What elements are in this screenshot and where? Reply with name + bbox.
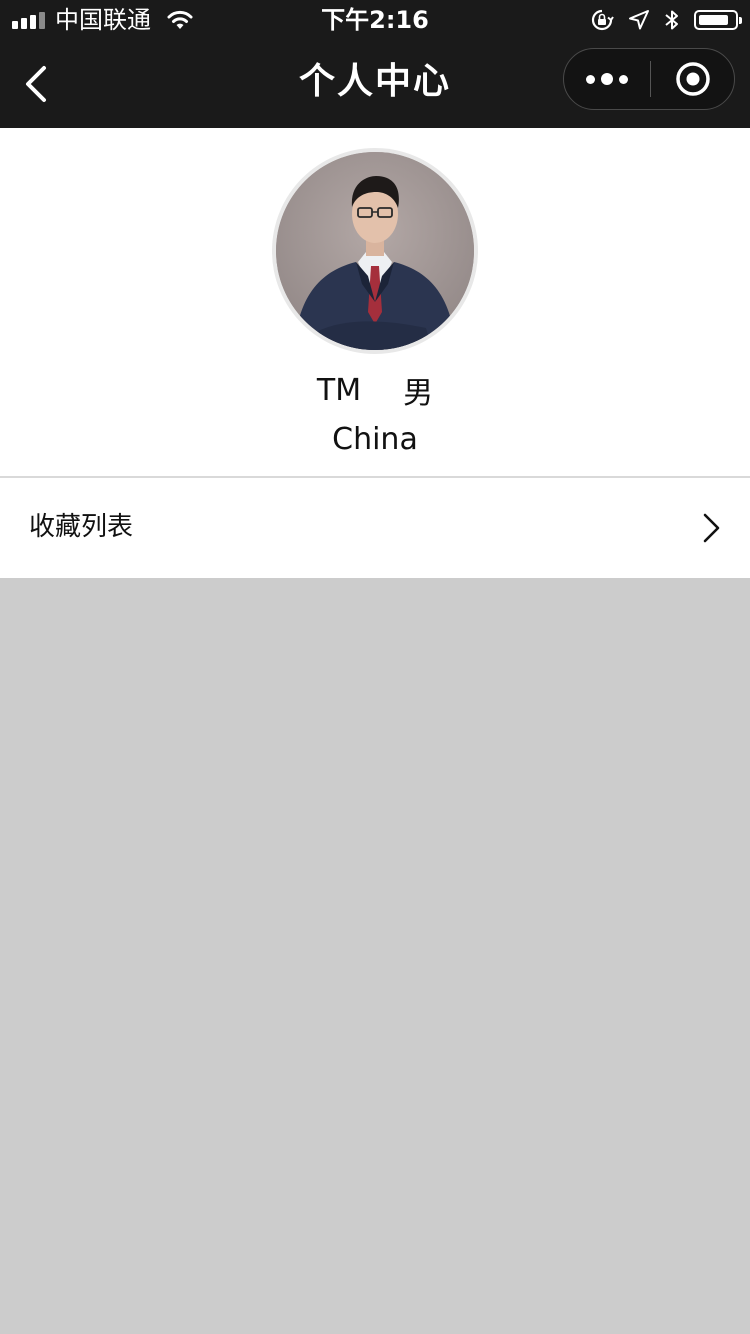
target-close-icon (676, 62, 710, 96)
more-dots-icon (583, 73, 631, 85)
name-row: TM 男 (0, 368, 750, 412)
orientation-lock-icon (591, 9, 614, 31)
status-bar: 中国联通 下午2:16 (0, 0, 750, 40)
profile-card: TM 男 China (0, 128, 750, 477)
nav-bar: 个人中心 (0, 40, 750, 128)
avatar-photo (276, 152, 474, 350)
empty-content-area (0, 578, 750, 1334)
battery-icon (694, 10, 742, 30)
avatar[interactable] (272, 148, 478, 354)
menu-item-label: 收藏列表 (29, 512, 134, 542)
close-button[interactable] (651, 49, 735, 109)
more-button[interactable] (564, 49, 649, 109)
user-name: TM (316, 372, 362, 408)
chevron-left-icon (26, 66, 46, 102)
user-gender: 男 (403, 376, 434, 411)
chevron-right-icon (703, 513, 720, 543)
location-icon (629, 10, 649, 30)
status-bar-right (590, 0, 742, 40)
favorites-list-item[interactable]: 收藏列表 (0, 478, 750, 578)
back-button[interactable] (14, 58, 58, 110)
wifi-icon (167, 10, 193, 29)
user-region: China (332, 422, 418, 457)
signal-icon (12, 11, 45, 29)
carrier-name: 中国联通 (55, 6, 151, 34)
bluetooth-icon (665, 10, 678, 30)
status-bar-left: 中国联通 (12, 0, 195, 40)
mini-program-capsule (563, 48, 735, 110)
